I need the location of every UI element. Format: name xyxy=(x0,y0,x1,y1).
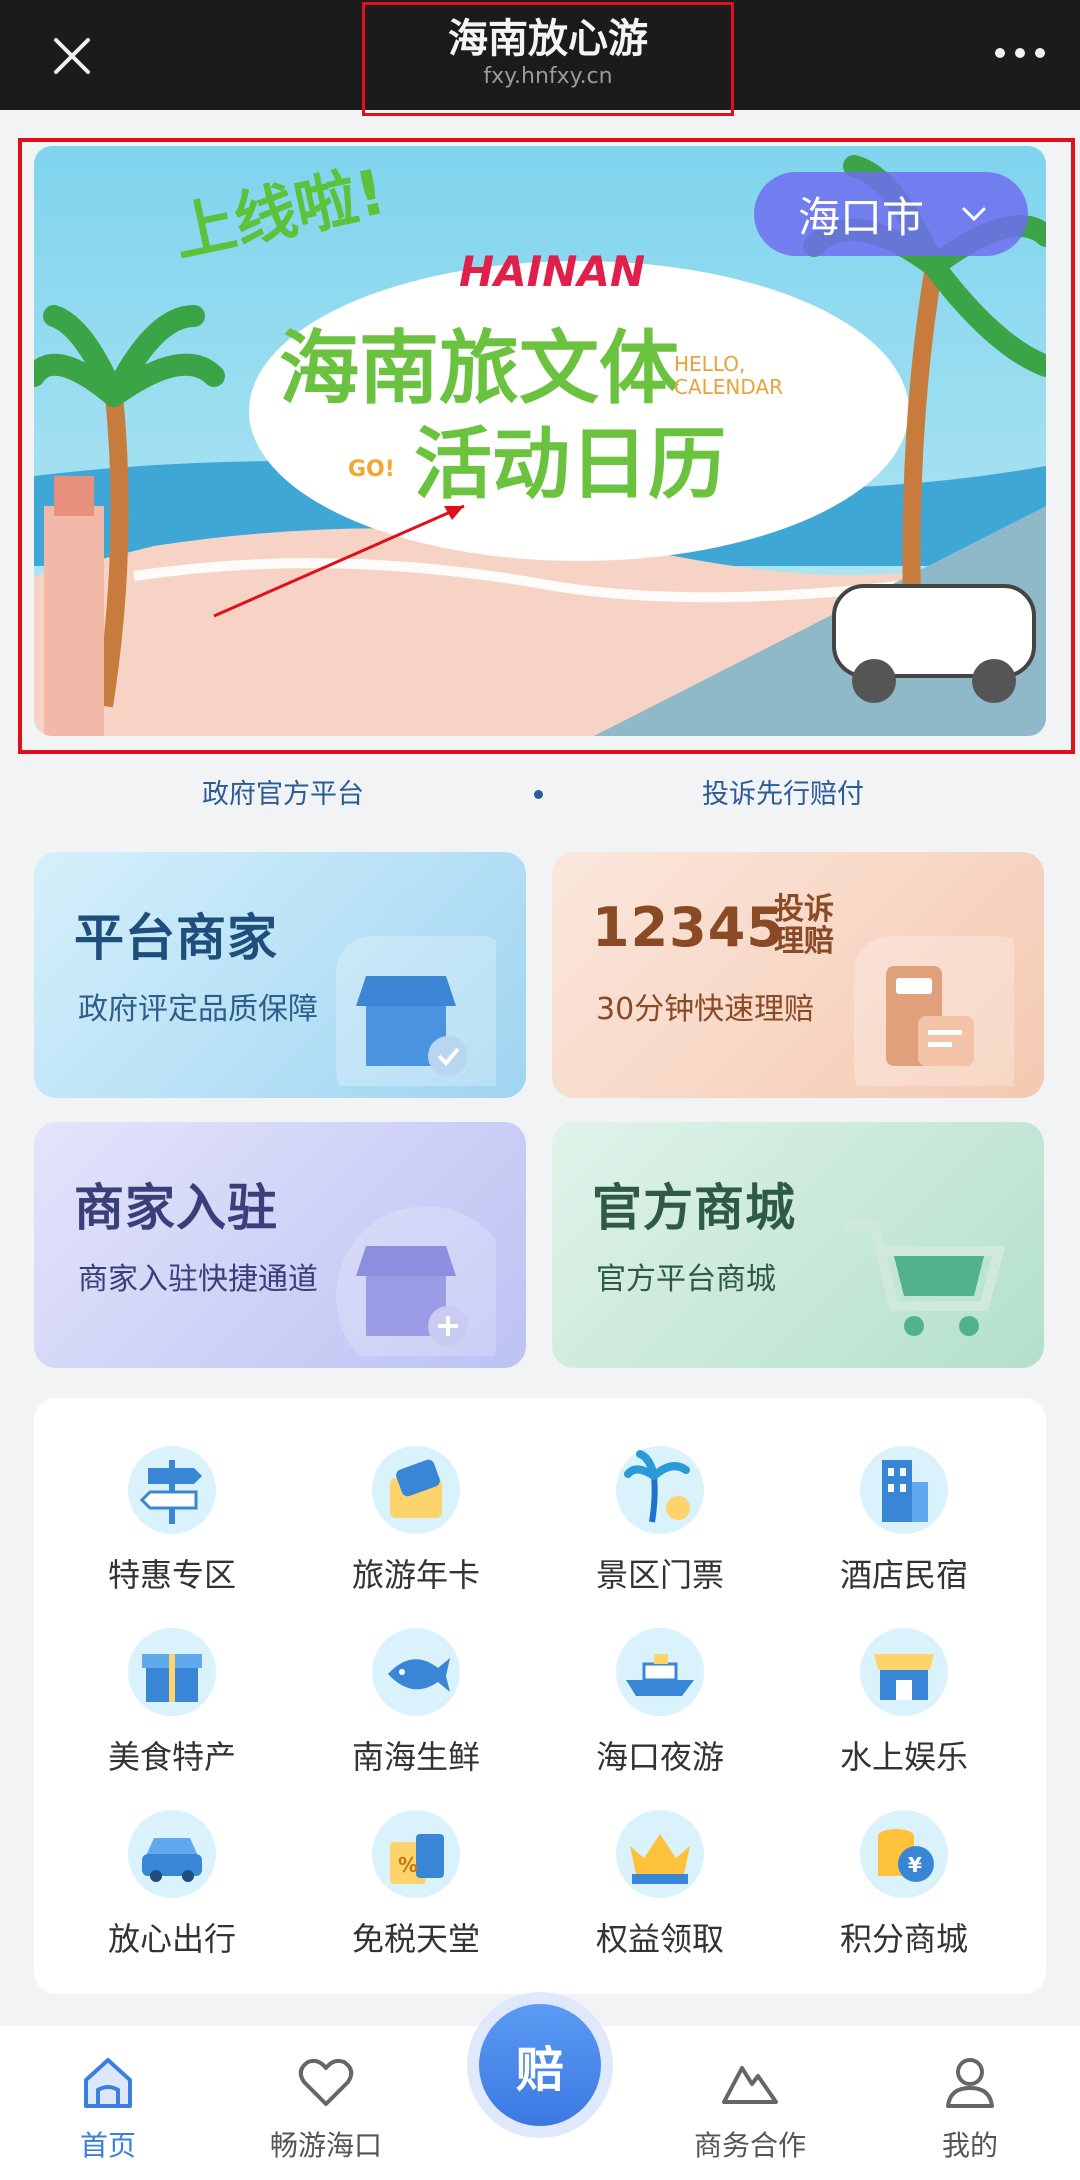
document-icon xyxy=(854,936,1014,1086)
card-subtitle: 商家入驻快捷通道 xyxy=(78,1262,318,1297)
more-icon[interactable] xyxy=(990,38,1050,68)
card-subtitle: 官方平台商城 xyxy=(596,1262,776,1297)
compensation-label: 赔 xyxy=(479,2004,601,2126)
promise-official-platform: 政府官方平台 xyxy=(202,779,364,810)
home-icon xyxy=(84,2058,132,2108)
gift-icon xyxy=(128,1628,216,1716)
nav-label: 我的 xyxy=(941,2129,998,2162)
page-title: 海南放心游 xyxy=(448,16,648,62)
promise-compensation-first: 投诉先行赔付 xyxy=(702,779,864,810)
grid-item-hotels[interactable]: 酒店民宿 xyxy=(804,1442,1004,1602)
card-subtitle: 政府评定品质保障 xyxy=(78,992,318,1027)
nav-label: 畅游海口 xyxy=(269,2129,382,2162)
grid-item-label: 南海生鲜 xyxy=(351,1738,480,1776)
top-bar: 海南放心游 fxy.hnfxy.cn xyxy=(0,0,1080,116)
shop-add-icon xyxy=(336,1206,496,1356)
nav-label: 首页 xyxy=(79,2129,136,2162)
banner-brand: HAINAN xyxy=(459,247,645,296)
fish-icon xyxy=(372,1628,460,1716)
banner-main-title: 海南旅文体 xyxy=(279,322,679,415)
grid-item-seafood[interactable]: 南海生鲜 xyxy=(316,1624,516,1784)
card-merchant-onboarding[interactable]: 商家入驻 商家入驻快捷通道 xyxy=(34,1122,526,1368)
nav-mine[interactable]: 我的 xyxy=(880,2050,1060,2164)
grid-item-travel-card[interactable]: 旅游年卡 xyxy=(316,1442,516,1602)
card-title-tag-line2: 理赔 xyxy=(774,924,834,959)
card-subtitle: 30分钟快速理赔 xyxy=(596,992,815,1027)
grid-item-duty-free[interactable]: % 免税天堂 xyxy=(316,1806,516,1966)
grid-item-safe-travel[interactable]: 放心出行 xyxy=(72,1806,272,1966)
mountain-icon xyxy=(722,2066,778,2104)
card-title-tag: 投诉 理赔 xyxy=(774,894,834,958)
banner-calendar: CALENDAR xyxy=(674,375,783,399)
nav-label: 商务合作 xyxy=(693,2129,806,2162)
shopping-bag-icon: % xyxy=(372,1810,460,1898)
cart-icon xyxy=(844,1221,1006,1336)
card-title-number: 12345 xyxy=(592,896,785,959)
grid-item-food-specialties[interactable]: 美食特产 xyxy=(72,1624,272,1784)
close-icon[interactable] xyxy=(48,32,96,80)
store-icon xyxy=(860,1628,948,1716)
card-official-mall[interactable]: 官方商城 官方平台商城 xyxy=(552,1122,1044,1368)
user-icon xyxy=(946,2058,994,2108)
signpost-icon xyxy=(128,1446,216,1534)
card-title-tag-line1: 投诉 xyxy=(774,892,834,927)
grid-item-benefits[interactable]: 权益领取 xyxy=(560,1806,760,1966)
grid-item-label: 旅游年卡 xyxy=(351,1556,480,1594)
compensation-button[interactable]: 赔 xyxy=(467,1992,613,2138)
grid-item-label: 美食特产 xyxy=(107,1738,236,1776)
nav-home[interactable]: 首页 xyxy=(18,2050,198,2164)
card-complaint-compensation[interactable]: 12345 投诉 理赔 30分钟快速理赔 xyxy=(552,852,1044,1098)
page-url: fxy.hnfxy.cn xyxy=(483,64,613,89)
svg-text:¥: ¥ xyxy=(908,1853,922,1877)
card-title: 平台商家 xyxy=(74,909,278,967)
coins-icon: ¥ xyxy=(860,1810,948,1898)
hotel-icon xyxy=(860,1446,948,1534)
grid-item-label: 积分商城 xyxy=(839,1920,968,1958)
grid-item-night-tour[interactable]: 海口夜游 xyxy=(560,1624,760,1784)
grid-item-special-offers[interactable]: 特惠专区 xyxy=(72,1442,272,1602)
nav-explore[interactable]: 畅游海口 xyxy=(236,2050,416,2164)
grid-item-label: 水上娱乐 xyxy=(839,1738,968,1776)
card-title: 官方商城 xyxy=(592,1179,796,1237)
city-selector[interactable]: 海口市 xyxy=(754,172,1028,256)
grid-item-label: 海口夜游 xyxy=(595,1738,724,1776)
svg-text:%: % xyxy=(398,1853,418,1877)
banner-hello: HELLO, xyxy=(674,352,745,376)
chevron-down-icon xyxy=(962,207,986,222)
grid-item-points-mall[interactable]: ¥ 积分商城 xyxy=(804,1806,1004,1966)
grid-item-label: 酒店民宿 xyxy=(839,1556,968,1594)
service-grid: 特惠专区 旅游年卡 景区门票 酒店民宿 美食特产 南海生鲜 海口夜游 水上娱乐 … xyxy=(34,1398,1046,1994)
card-title: 商家入驻 xyxy=(74,1179,278,1237)
city-label: 海口市 xyxy=(798,192,925,242)
card-icon xyxy=(372,1446,460,1534)
grid-item-label: 特惠专区 xyxy=(107,1556,236,1594)
grid-item-scenic-tickets[interactable]: 景区门票 xyxy=(560,1442,760,1602)
grid-item-label: 景区门票 xyxy=(595,1556,724,1594)
grid-item-label: 放心出行 xyxy=(107,1920,236,1958)
title-highlight-box: 海南放心游 fxy.hnfxy.cn xyxy=(362,2,734,116)
grid-item-water-entertainment[interactable]: 水上娱乐 xyxy=(804,1624,1004,1784)
ship-icon xyxy=(616,1628,704,1716)
banner-secondary-title: 活动日历 xyxy=(414,420,726,510)
nav-business[interactable]: 商务合作 xyxy=(660,2050,840,2164)
shop-check-icon xyxy=(336,936,496,1086)
promise-divider-dot xyxy=(534,790,543,799)
car-icon xyxy=(128,1810,216,1898)
crown-icon xyxy=(616,1810,704,1898)
palm-ticket-icon xyxy=(616,1446,704,1534)
card-platform-merchants[interactable]: 平台商家 政府评定品质保障 xyxy=(34,852,526,1098)
heart-icon xyxy=(298,2058,354,2106)
banner-go: GO! xyxy=(348,457,395,482)
grid-item-label: 权益领取 xyxy=(595,1920,724,1958)
grid-item-label: 免税天堂 xyxy=(351,1920,480,1958)
